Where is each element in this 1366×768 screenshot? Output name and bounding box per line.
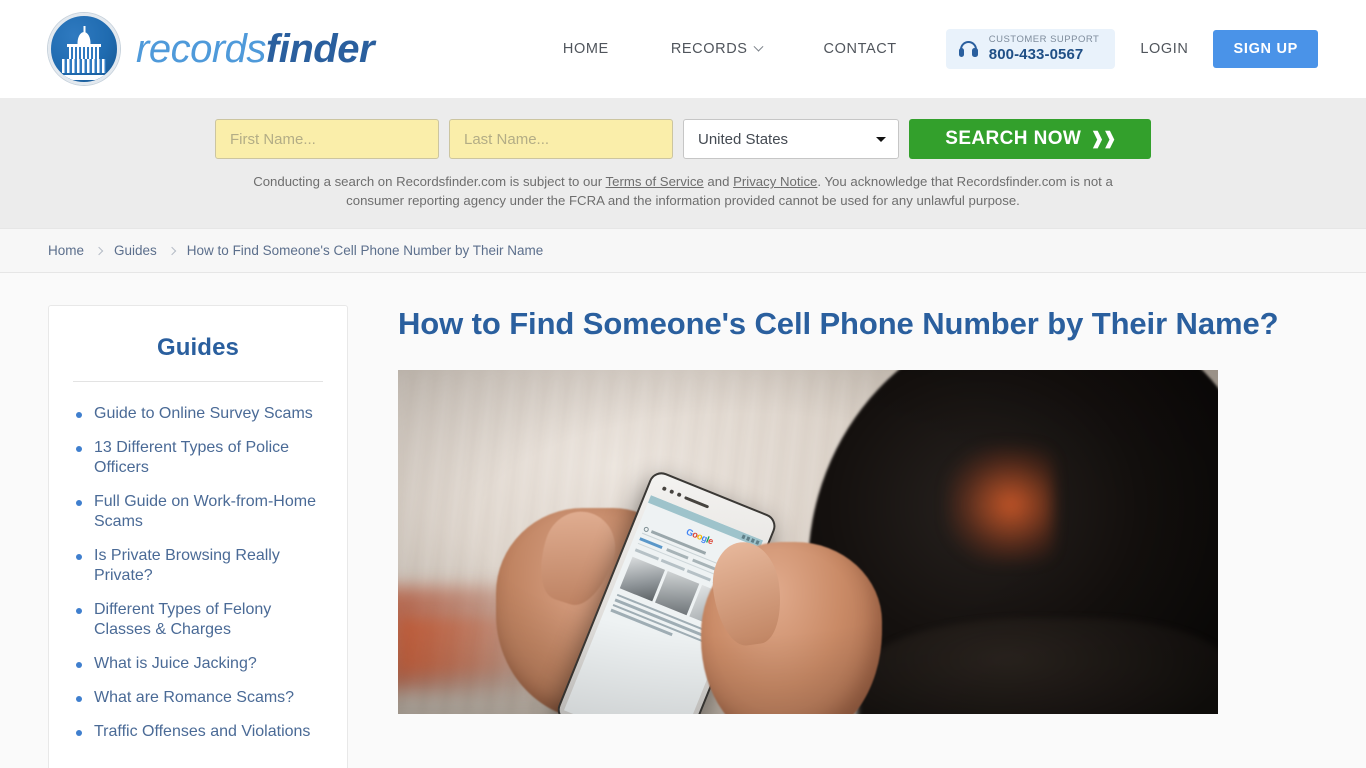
sidebar-divider (73, 381, 323, 382)
nav-item-home-label: HOME (562, 41, 609, 57)
disclaimer-part-2: and (703, 174, 734, 189)
capitol-dome-icon (48, 13, 120, 85)
disclaimer-part-1: Conducting a search on Recordsfinder.com… (253, 174, 606, 189)
person-holding-phone-google-search-photo: Google (398, 370, 1218, 714)
site-header: recordsfinder HOME RECORDS CONTACT CUSTO… (0, 0, 1366, 98)
breadcrumb-item-current: How to Find Someone's Cell Phone Number … (186, 243, 544, 258)
people-search-form: United States SEARCH NOW ❱❱ (0, 119, 1366, 159)
last-name-input[interactable] (449, 119, 673, 159)
list-item: 13 Different Types of Police Officers (73, 438, 323, 478)
sidebar-link-work-from-home-scams[interactable]: Full Guide on Work-from-Home Scams (94, 492, 323, 532)
list-item: Guide to Online Survey Scams (73, 404, 323, 424)
support-phone-number: 800-433-0567 (988, 46, 1084, 64)
nav-item-records[interactable]: RECORDS (640, 41, 793, 57)
chevron-right-icon (167, 246, 177, 255)
nav-item-home[interactable]: HOME (532, 41, 640, 57)
list-item: Is Private Browsing Really Private? (73, 546, 323, 586)
main-navigation: HOME RECORDS CONTACT CUSTOMER SUPPORT 80… (532, 29, 1318, 69)
login-link[interactable]: LOGIN (1115, 41, 1213, 57)
search-band: United States SEARCH NOW ❱❱ Conducting a… (0, 98, 1366, 228)
double-chevron-right-icon: ❱❱ (1090, 129, 1116, 148)
first-name-input[interactable] (215, 119, 439, 159)
header-inner: recordsfinder HOME RECORDS CONTACT CUSTO… (48, 0, 1318, 98)
customer-support-box[interactable]: CUSTOMER SUPPORT 800-433-0567 (945, 29, 1116, 69)
breadcrumb-band: Home Guides How to Find Someone's Cell P… (0, 228, 1366, 273)
article-content: How to Find Someone's Cell Phone Number … (348, 305, 1318, 768)
signup-button[interactable]: SIGN UP (1213, 30, 1318, 68)
guides-sidebar: Guides Guide to Online Survey Scams 13 D… (48, 305, 348, 768)
breadcrumb-item-home[interactable]: Home (48, 243, 84, 258)
page-title: How to Find Someone's Cell Phone Number … (398, 306, 1279, 341)
search-now-label: SEARCH NOW (945, 128, 1082, 149)
search-disclaimer: Conducting a search on Recordsfinder.com… (253, 173, 1113, 210)
page-body: Guides Guide to Online Survey Scams 13 D… (48, 273, 1318, 768)
list-item: What are Romance Scams? (73, 688, 323, 708)
nav-item-records-label: RECORDS (670, 41, 748, 57)
nav-item-contact-label: CONTACT (823, 41, 897, 57)
sidebar-link-types-of-police-officers[interactable]: 13 Different Types of Police Officers (94, 438, 323, 478)
list-item: Full Guide on Work-from-Home Scams (73, 492, 323, 532)
logo-text-bold: finder (265, 26, 375, 71)
list-item: Different Types of Felony Classes & Char… (73, 600, 323, 640)
logo-link[interactable]: recordsfinder (48, 13, 375, 85)
country-select[interactable]: United States (683, 119, 899, 159)
guides-list: Guide to Online Survey Scams 13 Differen… (73, 404, 323, 742)
breadcrumb: Home Guides How to Find Someone's Cell P… (48, 243, 1318, 258)
headset-icon (958, 40, 978, 59)
privacy-notice-link[interactable]: Privacy Notice (733, 174, 817, 189)
sidebar-link-felony-classes[interactable]: Different Types of Felony Classes & Char… (94, 600, 323, 640)
country-select-wrapper: United States (683, 119, 899, 159)
logo-text-light: records (136, 26, 266, 71)
chevron-right-icon (94, 246, 104, 255)
sidebar-link-romance-scams[interactable]: What are Romance Scams? (94, 688, 294, 708)
search-now-button[interactable]: SEARCH NOW ❱❱ (909, 119, 1151, 159)
support-label: CUSTOMER SUPPORT (988, 33, 1100, 45)
sidebar-link-online-survey-scams[interactable]: Guide to Online Survey Scams (94, 404, 313, 424)
list-item: What is Juice Jacking? (73, 654, 323, 674)
logo-wordmark: recordsfinder (136, 26, 375, 72)
sidebar-link-private-browsing[interactable]: Is Private Browsing Really Private? (94, 546, 323, 586)
list-item: Traffic Offenses and Violations (73, 722, 323, 742)
terms-of-service-link[interactable]: Terms of Service (606, 174, 704, 189)
breadcrumb-item-guides[interactable]: Guides (114, 243, 157, 258)
sidebar-link-traffic-offenses[interactable]: Traffic Offenses and Violations (94, 722, 310, 742)
support-text: CUSTOMER SUPPORT 800-433-0567 (988, 33, 1100, 64)
chevron-down-icon (753, 41, 763, 52)
nav-item-contact[interactable]: CONTACT (793, 41, 928, 57)
sidebar-title: Guides (157, 334, 239, 361)
sidebar-link-juice-jacking[interactable]: What is Juice Jacking? (94, 654, 257, 674)
